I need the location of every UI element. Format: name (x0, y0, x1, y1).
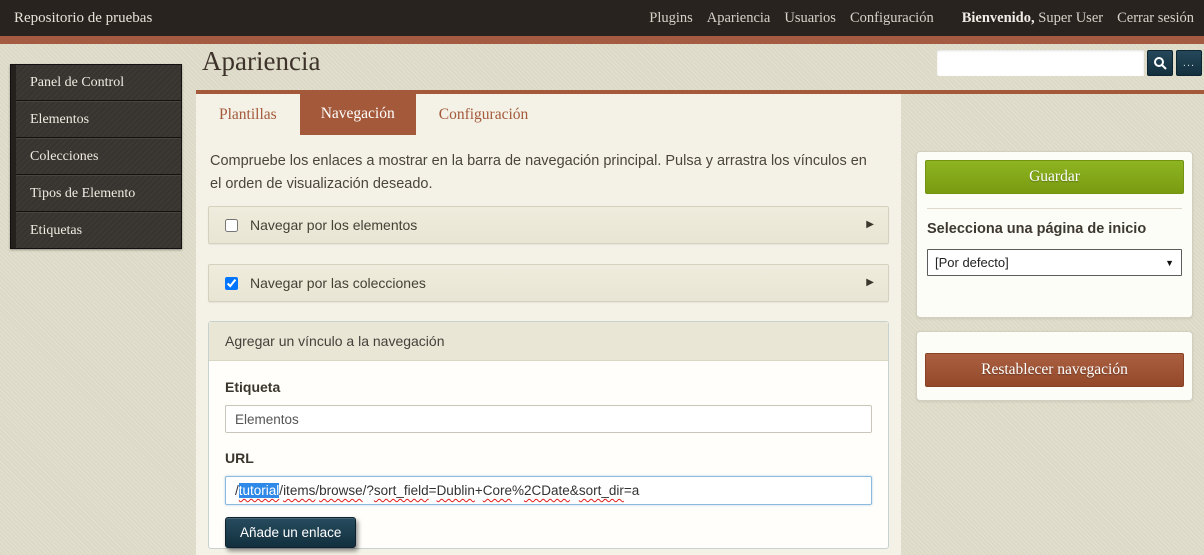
tab-bar: Plantillas Navegación Configuración (196, 90, 551, 135)
add-link-panel-body: Etiqueta URL /tutorial/items/browse/?sor… (209, 361, 888, 548)
save-button[interactable]: Guardar (925, 160, 1184, 194)
nav-link-checkbox-elementos[interactable] (225, 219, 238, 232)
nav-link-label: Navegar por los elementos (250, 217, 866, 233)
url-field-caption: URL (225, 450, 872, 466)
link-label-input[interactable] (225, 405, 872, 433)
sidebar-item-etiquetas[interactable]: Etiquetas (16, 212, 181, 248)
nav-apariencia[interactable]: Apariencia (707, 10, 771, 27)
welcome-text: Bienvenido, Super User (962, 10, 1103, 27)
card-divider (927, 208, 1182, 209)
search-icon (1153, 56, 1167, 70)
accent-bar (0, 36, 1204, 44)
logout-link[interactable]: Cerrar sesión (1117, 10, 1194, 27)
admin-sidebar: Panel de Control Elementos Colecciones T… (10, 64, 182, 249)
reset-navigation-button[interactable]: Restablecer navegación (925, 353, 1184, 387)
nav-link-row-elementos[interactable]: Navegar por los elementos ▶ (208, 206, 889, 244)
nav-configuracion[interactable]: Configuración (850, 10, 934, 27)
add-link-panel: Agregar un vínculo a la navegación Etiqu… (208, 321, 889, 549)
expand-arrow-icon[interactable]: ▶ (866, 220, 874, 230)
app-window: Repositorio de pruebas Plugins Aparienci… (0, 0, 1204, 555)
nav-link-checkbox-colecciones[interactable] (225, 277, 238, 290)
sidebar-item-panel-de-control[interactable]: Panel de Control (16, 65, 181, 101)
add-link-button[interactable]: Añade un enlace (225, 517, 356, 548)
label-field-caption: Etiqueta (225, 379, 872, 395)
homepage-select[interactable]: [Por defecto] ▼ (927, 249, 1182, 276)
sidebar-item-colecciones[interactable]: Colecciones (16, 138, 181, 175)
link-url-input[interactable]: /tutorial/items/browse/?sort_field=Dubli… (225, 476, 872, 505)
top-nav: Plugins Apariencia Usuarios Configuració… (649, 10, 1194, 27)
search-input[interactable] (937, 50, 1144, 76)
tab-navegacion[interactable]: Navegación (300, 90, 416, 135)
save-card: Guardar Selecciona una página de inicio … (916, 151, 1193, 318)
add-link-panel-title: Agregar un vínculo a la navegación (209, 322, 888, 361)
tab-configuracion[interactable]: Configuración (416, 94, 552, 135)
nav-link-label: Navegar por las colecciones (250, 275, 866, 291)
site-title: Repositorio de pruebas (14, 10, 152, 27)
top-header: Repositorio de pruebas Plugins Aparienci… (0, 0, 1204, 36)
nav-usuarios[interactable]: Usuarios (784, 10, 836, 27)
nav-link-row-colecciones[interactable]: Navegar por las colecciones ▶ (208, 264, 889, 302)
ellipsis-icon: ... (1183, 57, 1195, 69)
reset-card: Restablecer navegación (916, 331, 1193, 401)
navigation-description: Compruebe los enlaces a mostrar en la ba… (210, 150, 882, 196)
tab-plantillas[interactable]: Plantillas (196, 94, 300, 135)
search-button[interactable] (1147, 50, 1173, 76)
sidebar-item-elementos[interactable]: Elementos (16, 101, 181, 138)
expand-arrow-icon[interactable]: ▶ (866, 278, 874, 288)
welcome-greeting: Bienvenido, (962, 10, 1035, 26)
homepage-selected-value: [Por defecto] (935, 255, 1009, 270)
welcome-username[interactable]: Super User (1038, 10, 1103, 26)
sidebar-item-tipos-de-elemento[interactable]: Tipos de Elemento (16, 175, 181, 212)
homepage-label: Selecciona una página de inicio (927, 221, 1182, 237)
chevron-down-icon: ▼ (1165, 258, 1174, 268)
nav-plugins[interactable]: Plugins (649, 10, 693, 27)
search-options-button[interactable]: ... (1176, 50, 1202, 76)
page-title: Apariencia (202, 46, 320, 77)
